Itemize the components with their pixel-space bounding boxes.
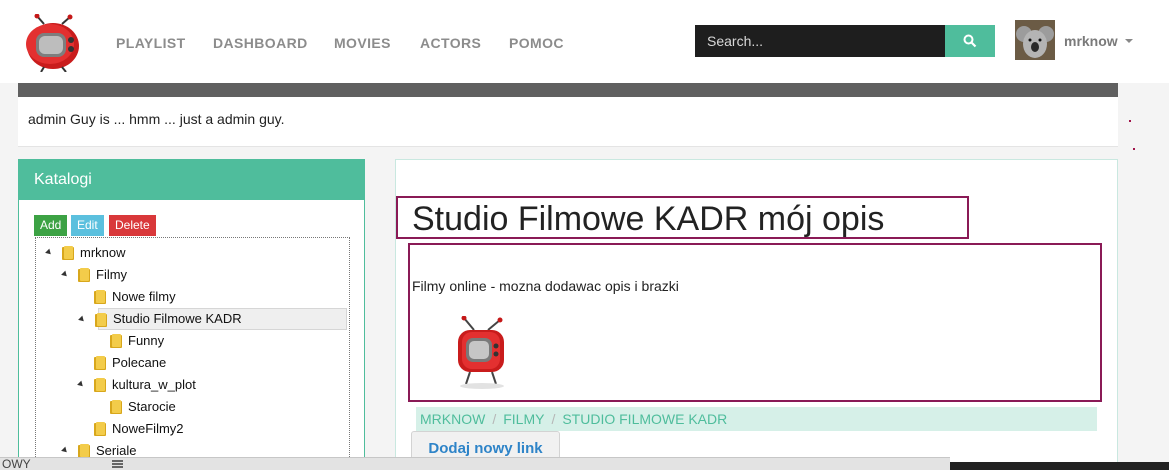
folder-icon [94,378,106,392]
avatar[interactable] [1015,20,1055,60]
tree-item-label: Nowe filmy [112,289,176,304]
profile-about: admin Guy is ... hmm ... just a admin gu… [18,97,1118,147]
tree-item-label: kultura_w_plot [112,377,196,392]
nav-link-actors[interactable]: ACTORS [420,35,481,51]
nav-link-movies[interactable]: MOVIES [334,35,391,51]
expand-arrow-icon[interactable] [61,270,69,279]
folder-icon [78,444,90,458]
nav-link-dashboard[interactable]: DASHBOARD [213,35,308,51]
expand-arrow-icon[interactable] [78,315,86,324]
search-icon [963,34,977,48]
page-title: Studio Filmowe KADR mój opis [412,200,885,238]
tree-item-label: Filmy [96,267,128,282]
folder-icon [110,334,122,348]
tree-item[interactable]: kultura_w_plot [74,374,343,396]
tree-item-label: Polecane [112,355,167,370]
decorative-dot [1133,148,1135,150]
description-outline: Filmy online - mozna dodawac opis i braz… [408,243,1102,402]
decorative-dot [1129,120,1131,122]
breadcrumb-item-mrknow[interactable]: MRKNOW [420,411,485,427]
breadcrumb-item-filmy[interactable]: FILMY [503,411,544,427]
folder-icon [94,422,106,436]
expand-arrow-icon[interactable] [77,380,85,389]
nav-link-playlist[interactable]: PLAYLIST [116,35,186,51]
tree-item[interactable]: Polecane [74,352,343,374]
tv-logo-icon[interactable] [22,13,84,73]
tree-item[interactable]: NoweFilmy2 [74,418,343,440]
tree-item[interactable]: Nowe filmy [74,286,343,308]
add-catalog-button[interactable]: Add [34,215,68,236]
tree-item[interactable]: Filmy [58,264,343,286]
profile-about-text: admin Guy is ... hmm ... just a admin gu… [28,111,285,127]
bottom-toolbar: OWY [0,457,950,470]
tree-item-label: Funny [128,333,165,348]
tv-image [452,315,512,390]
delete-catalog-button[interactable]: Delete [109,215,156,236]
tree-item-label: Studio Filmowe KADR [113,311,242,326]
tree-item-label: NoweFilmy2 [112,421,184,436]
tree-item[interactable]: Funny [90,330,343,352]
tree-item[interactable]: mrknow [42,242,343,264]
caret-down-icon[interactable] [1125,39,1133,43]
sidebar-title: Katalogi [19,160,364,200]
folder-icon [62,246,74,260]
tree-item[interactable]: Studio Filmowe KADR [78,308,347,330]
breadcrumb-item-studio[interactable]: STUDIO FILMOWE KADR [562,411,727,427]
catalog-tree: mrknow Filmy Nowe filmy Studio Filmowe KADR… [35,237,350,470]
tree-item-label: mrknow [80,245,126,260]
menu-icon[interactable] [112,460,123,468]
catalog-description: Filmy online - mozna dodawac opis i braz… [412,278,679,294]
edit-catalog-button[interactable]: Edit [71,215,104,236]
tree-item-label: Starocie [128,399,176,414]
bottom-toolbar-label: OWY [2,457,31,470]
search-input[interactable] [695,25,945,57]
search-button[interactable] [945,25,995,57]
folder-icon [78,268,90,282]
folder-icon [94,290,106,304]
title-outline: Studio Filmowe KADR mój opis [396,196,969,239]
breadcrumb-separator: / [492,411,497,427]
breadcrumb-separator: / [551,411,556,427]
bottom-dark-bar [950,462,1169,470]
nav-link-pomoc[interactable]: POMOC [509,35,564,51]
tree-item[interactable]: Starocie [90,396,343,418]
catalog-sidebar: Katalogi Add Edit Delete mrknow Filmy Nowe… [18,159,365,470]
expand-arrow-icon[interactable] [45,248,53,257]
folder-icon [95,313,107,327]
user-menu-name[interactable]: mrknow [1064,33,1118,49]
folder-icon [110,400,122,414]
profile-header-bar [18,83,1118,97]
expand-arrow-icon[interactable] [61,446,69,455]
folder-icon [94,356,106,370]
breadcrumb: MRKNOW / FILMY / STUDIO FILMOWE KADR [416,407,1097,431]
top-navbar: PLAYLIST DASHBOARD MOVIES ACTORS POMOC m… [0,0,1169,83]
